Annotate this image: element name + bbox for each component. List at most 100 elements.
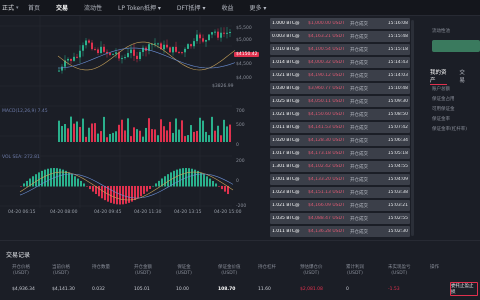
trade-value: $4,190.12 USDT [308,73,345,78]
nav-item[interactable]: DFT抵押 ▾ [177,3,206,12]
trade-row[interactable]: 1.021 BTC@ $4,166.09 USDT 开仓成交 15:03:21 [270,200,410,211]
indicator-1-label: MACD(12,26,9) 7.45 [2,109,48,114]
volume-bar [76,121,78,142]
position-cell: 0.032 [92,287,105,292]
tab-my-assets[interactable]: 我的资产 [430,68,448,85]
trade-row[interactable]: 1.000 BTC@ $1,000.00 USDT 开仓成交 15:16:08 [270,18,410,29]
trade-amount: 1.021 BTC@ [272,203,300,208]
nav-item[interactable]: 流动性 [84,3,102,12]
trade-history-list[interactable]: 1.000 BTC@ $1,000.00 USDT 开仓成交 15:16:08 0.00… [266,16,412,240]
macd-bar [56,168,58,187]
macd-bar [176,169,178,187]
trade-time: 15:07:42 [387,125,408,130]
macd-bar [221,186,223,190]
low-price-label: $3826.99 [212,84,234,89]
trade-row[interactable]: 1.301 BTC@ $4,102.42 USDT 开仓成交 15:04:55 [270,161,410,172]
candle-body [172,46,174,53]
macd-bar [200,172,202,187]
trade-amount: 1.021 BTC@ [272,73,300,78]
tab-trade[interactable]: 交易 [459,68,468,85]
trade-row[interactable]: 1.001 BTC@ $4,133.20 USDT 开仓成交 15:04:09 [270,174,410,185]
volume-bar [61,126,63,142]
column-header: 操作 [430,265,439,270]
trade-row[interactable]: 1.025 BTC@ $4,050.11 USDT 开仓成交 15:09:30 [270,96,410,107]
trade-status: 开仓成交 [350,151,368,157]
candle-body [91,42,93,50]
volume-bar [184,136,186,142]
volume-bar [190,125,192,142]
trade-row[interactable]: 1.011 BTC@ $4,136.28 USDT 开仓成交 15:02:30 [270,226,410,237]
volume-bar [196,130,198,142]
nav-item[interactable]: 更多 ▾ [249,3,266,12]
trade-status: 开仓成交 [350,47,368,53]
trade-row[interactable]: 1.010 BTC@ $4,100.54 USDT 开仓成交 15:15:18 [270,44,410,55]
column-header: 持仓杠杆 [258,265,276,270]
price-axis-label: $5,500 [236,26,252,31]
macd-bar [44,169,46,187]
trade-row[interactable]: 0.003 BTC@ $4,163.21 USDT 开仓成交 15:15:48 [270,31,410,42]
trade-status: 开仓成交 [350,190,368,196]
volume-bar [172,132,174,142]
trade-time: 15:10:48 [387,86,408,91]
volume-bar [223,119,225,142]
nav-item[interactable]: LP Token抵押 ▾ [118,3,161,12]
macd-bar [128,186,130,203]
volume-bar [202,120,204,142]
macd-bar [77,178,79,187]
column-header: 累计利润 (USDT) [346,265,364,276]
candle-body [127,53,129,58]
nav-item[interactable]: 首页 [28,3,40,12]
volume-bar [124,130,126,142]
macd-bar [89,186,91,190]
nav-item[interactable]: 交易 [56,3,68,12]
time-axis-label: 04-20 13:15 [174,210,202,215]
volume-bar [58,120,60,142]
candle-body [97,49,99,53]
trade-row[interactable]: 1.021 BTC@ $4,150.60 USDT 开仓成交 15:08:50 [270,109,410,120]
indicator-1-scale: 0 [236,143,239,148]
trade-status: 开仓成交 [350,203,368,209]
candle-body [199,34,201,39]
indicator-2-scale: 0 [236,179,239,184]
trade-row[interactable]: 1.017 BTC@ $4,173.18 USDT 开仓成交 15:05:18 [270,148,410,159]
trade-list-scrollbar[interactable] [411,20,414,236]
volume-bar [133,127,135,142]
account-field-label: 账户总额 [432,87,450,92]
trade-row[interactable]: 1.020 BTC@ $4,128.30 USDT 开仓成交 15:06:34 [270,135,410,146]
macd-bar [140,186,142,197]
column-header: 持仓数量 [92,265,110,270]
confirm-button[interactable] [432,40,480,52]
candlestick-chart-svg[interactable] [0,16,262,228]
candle-body [181,52,183,54]
trade-row[interactable]: 1.021 BTC@ $4,190.12 USDT 开仓成交 15:14:03 [270,70,410,81]
candle-body [154,43,156,45]
position-records: 交易记录 开仓价格 (USDT) $4,936.34 当前价格 (USDT) $4,1… [0,240,480,300]
network-selector[interactable]: 正式 ▾ [0,0,28,16]
macd-bar [188,168,190,187]
trade-row[interactable]: 1.011 BTC@ $4,141.53 USDT 开仓成交 15:07:42 [270,122,410,133]
trade-row[interactable]: 1.023 BTC@ $4,151.13 USDT 开仓成交 15:03:38 [270,187,410,198]
volume-bar [97,133,99,142]
trade-value: $4,150.60 USDT [308,112,345,117]
column-header: 保证金 (USDT) [176,265,192,276]
price-chart[interactable]: $4150.42 $5,500 $5,000 $4,500 $4,000 $38… [0,16,262,228]
trade-time: 15:05:18 [387,151,408,156]
take-profit-stop-loss-button[interactable]: 委托止盈止损 [450,282,478,296]
volume-bar [94,123,96,142]
trade-amount: 1.010 BTC@ [272,47,300,52]
trade-value: $4,050.11 USDT [308,99,345,104]
trade-row[interactable]: 1.035 BTC@ $4,088.47 USDT 开仓成交 15:02:55 [270,213,410,224]
macd-bar [74,176,76,187]
nav-item[interactable]: 收益 [221,3,233,12]
volume-bar [103,116,105,142]
candle-body [79,50,81,58]
trade-row[interactable]: 1.030 BTC@ $3,960.77 USDT 开仓成交 15:10:48 [270,83,410,94]
macd-bar [191,168,193,187]
trade-row[interactable]: 1.014 BTC@ $4,000.32 USDT 开仓成交 15:14:43 [270,57,410,68]
macd-bar [59,168,61,187]
candle-body [58,70,60,72]
candle-body [226,32,228,34]
candle-body [103,46,105,52]
trade-time: 15:04:09 [387,177,408,182]
position-cell: $4,936.34 [12,287,35,292]
